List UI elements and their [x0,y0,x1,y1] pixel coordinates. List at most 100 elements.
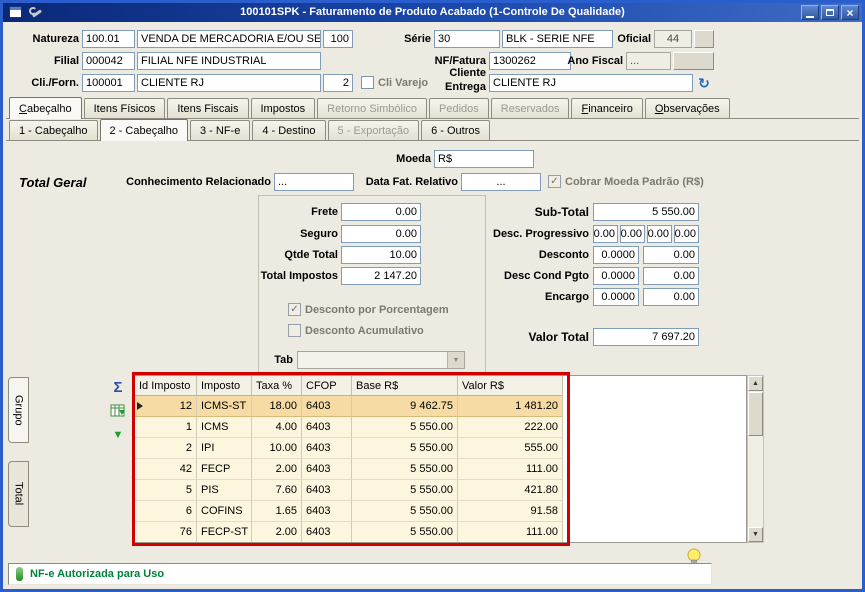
scroll-up-button[interactable]: ▲ [748,376,763,391]
desc-cond-value-field[interactable]: 0.00 [643,267,699,285]
tab-itens-fiscais[interactable]: Itens Fiscais [167,98,248,118]
data-fat-field[interactable]: ... [461,173,541,191]
encargo-pct-field[interactable]: 0.0000 [593,288,639,306]
column-header-taxa[interactable]: Taxa % [252,376,302,396]
cell: 76 [135,522,197,543]
app-window: 100101SPK - Faturamento de Produto Acaba… [0,0,865,592]
qtde-total-field[interactable]: 10.00 [341,246,421,264]
frete-field[interactable]: 0.00 [341,203,421,221]
status-bar: NF-e Autorizada para Uso [8,563,712,585]
valor-total-field[interactable]: 7 697.20 [593,328,699,346]
subtab-4-destino[interactable]: 4 - Destino [252,120,325,140]
tab-combo-label: Tab [269,351,293,369]
totals-groupbox [258,195,486,375]
serie-desc-field[interactable]: BLK - SERIE NFE [502,30,613,48]
grid-scrollbar[interactable]: ▲ ▼ [747,375,764,543]
cli-forn-extra-field[interactable]: 2 [323,74,353,92]
tab-itens-fisicos[interactable]: Itens Físicos [84,98,166,118]
column-header-valor[interactable]: Valor R$ [458,376,563,396]
side-tab-total[interactable]: Total [8,461,29,527]
cobrar-moeda-label: Cobrar Moeda Padrão (R$) [565,175,704,189]
desconto-value-field[interactable]: 0.00 [643,246,699,264]
filial-code-field[interactable]: 000042 [82,52,135,70]
cli-varejo-checkbox[interactable] [361,76,374,89]
total-impostos-field[interactable]: 2 147.20 [341,267,421,285]
subtab-1-cabecalho[interactable]: 1 - Cabeçalho [9,120,98,140]
natureza-desc-field[interactable]: VENDA DE MERCADORIA E/OU SERVI [137,30,321,48]
cell: 6403 [302,459,352,480]
filial-desc-field[interactable]: FILIAL NFE INDUSTRIAL [137,52,321,70]
status-icon [16,567,23,581]
cliente-entrega-field[interactable]: CLIENTE RJ [489,74,693,92]
natureza-code-field[interactable]: 100.01 [82,30,135,48]
cell: PIS [197,480,252,501]
tab-cabecalho[interactable]: Cabeçalho [9,97,82,119]
subtab-2-cabecalho[interactable]: 2 - Cabeçalho [100,119,189,141]
desc-progressivo-field-2[interactable]: 0.00 [620,225,645,243]
table-row[interactable]: 42 FECP 2.00 6403 5 550.00 111.00 [135,459,746,480]
column-header-cfop[interactable]: CFOP [302,376,352,396]
cell: 111.00 [458,459,563,480]
check-icon: ✓ [290,305,298,315]
seguro-label: Seguro [263,225,338,243]
cell: 6403 [302,396,352,417]
column-header-imposto[interactable]: Imposto [197,376,252,396]
close-button[interactable]: × [841,5,859,20]
cliente-entrega-lookup-button[interactable]: ↻ [694,74,714,92]
valor-total-label: Valor Total [479,328,589,346]
cli-forn-desc-field[interactable]: CLIENTE RJ [137,74,321,92]
table-row[interactable]: 6 COFINS 1.65 6403 5 550.00 91.58 [135,501,746,522]
cell: 6403 [302,480,352,501]
titlebar: 100101SPK - Faturamento de Produto Acaba… [3,3,862,22]
subtab-6-outros[interactable]: 6 - Outros [421,120,490,140]
tab-financeiro[interactable]: Financeiro [571,98,642,118]
restore-button[interactable] [821,5,839,20]
serie-code-field[interactable]: 30 [434,30,500,48]
scroll-down-button[interactable]: ▼ [748,527,763,542]
minimize-button[interactable] [801,5,819,20]
desc-progressivo-field-3[interactable]: 0.00 [647,225,672,243]
table-row[interactable]: 12 ICMS-ST 18.00 6403 9 462.75 1 481.20 [135,396,746,417]
cliente-entrega-label: Cliente Entrega [438,66,486,94]
encargo-value-field[interactable]: 0.00 [643,288,699,306]
column-header-id-imposto[interactable]: Id Imposto [135,376,197,396]
cliente-entrega-label-line2: Entrega [445,81,486,93]
table-row[interactable]: 76 FECP-ST 2.00 6403 5 550.00 111.00 [135,522,746,543]
nf-fatura-field[interactable]: 1300262 [489,52,571,70]
cli-forn-code-field[interactable]: 100001 [82,74,135,92]
subtab-5-exportacao: 5 - Exportação [328,120,420,140]
green-down-arrow-icon[interactable]: ▼ [107,425,129,445]
subtotal-field[interactable]: 5 550.00 [593,203,699,221]
cobrar-moeda-checkbox: ✓ [548,175,561,188]
tab-observacoes[interactable]: Observações [645,98,730,118]
column-header-base[interactable]: Base R$ [352,376,458,396]
side-tab-grupo[interactable]: Grupo [8,377,29,443]
encargo-label: Encargo [479,288,589,306]
tab-pedidos: Pedidos [429,98,489,118]
cell: 6403 [302,522,352,543]
sum-icon[interactable]: Σ [107,377,129,397]
cell: 5 550.00 [352,438,458,459]
window-title: 100101SPK - Faturamento de Produto Acaba… [3,3,862,22]
desconto-pct-field[interactable]: 0.0000 [593,246,639,264]
table-row[interactable]: 1 ICMS 4.00 6403 5 550.00 222.00 [135,417,746,438]
table-row[interactable]: 5 PIS 7.60 6403 5 550.00 421.80 [135,480,746,501]
subtab-3-nfe[interactable]: 3 - NF-e [190,120,250,140]
cell: 1 [135,417,197,438]
moeda-field[interactable]: R$ [434,150,534,168]
conhecimento-field[interactable]: ... [274,173,354,191]
grid-export-icon[interactable] [107,401,129,421]
desc-progressivo-field-4[interactable]: 0.00 [674,225,699,243]
desc-cond-pct-field[interactable]: 0.0000 [593,267,639,285]
seguro-field[interactable]: 0.00 [341,225,421,243]
natureza-extra-field[interactable]: 100 [323,30,353,48]
desc-progressivo-field-1[interactable]: 0.00 [593,225,618,243]
cell: 6403 [302,501,352,522]
table-row[interactable]: 2 IPI 10.00 6403 5 550.00 555.00 [135,438,746,459]
cell: 5 550.00 [352,417,458,438]
tab-impostos[interactable]: Impostos [251,98,316,118]
cell: 555.00 [458,438,563,459]
cell: 6403 [302,417,352,438]
scrollbar-thumb[interactable] [748,392,763,436]
cell: 5 550.00 [352,459,458,480]
